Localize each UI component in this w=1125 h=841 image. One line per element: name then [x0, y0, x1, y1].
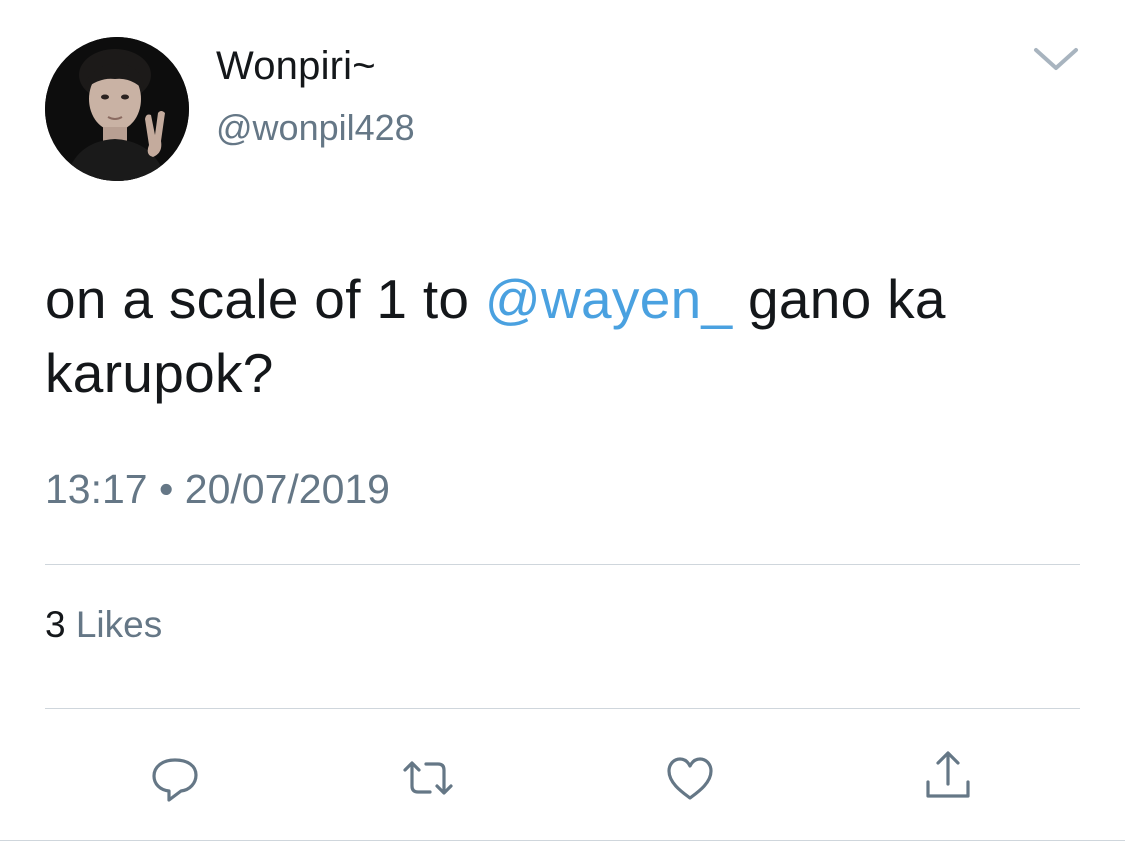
- timestamp: 13:17 • 20/07/2019: [45, 466, 390, 513]
- reply-icon: [152, 758, 198, 802]
- mention-link[interactable]: @wayen_: [485, 268, 733, 330]
- tweet-date: 20/07/2019: [184, 466, 390, 512]
- more-options-button[interactable]: [1030, 40, 1090, 80]
- tweet-time: 13:17: [45, 466, 148, 512]
- avatar[interactable]: [45, 37, 189, 181]
- timestamp-separator: •: [159, 466, 174, 512]
- tweet-text: on a scale of 1 to @wayen_ gano ka karup…: [45, 262, 1085, 410]
- share-button[interactable]: [918, 748, 978, 808]
- share-icon: [926, 751, 970, 798]
- divider: [45, 564, 1080, 565]
- profile-photo: [45, 37, 189, 181]
- user-handle[interactable]: @wonpil428: [216, 107, 415, 149]
- like-button[interactable]: [660, 748, 720, 808]
- retweet-icon: [403, 761, 453, 795]
- reply-button[interactable]: [145, 748, 205, 808]
- tweet-text-before: on a scale of 1 to: [45, 268, 485, 330]
- retweet-button[interactable]: [398, 748, 458, 808]
- action-bar: [0, 748, 1125, 808]
- likes-stat[interactable]: 3 Likes: [45, 604, 162, 646]
- likes-label: Likes: [75, 604, 163, 645]
- display-name[interactable]: Wonpiri~: [216, 44, 376, 89]
- heart-icon: [667, 757, 713, 800]
- chevron-down-icon: [1034, 48, 1078, 70]
- likes-count: 3: [45, 604, 66, 645]
- divider: [45, 708, 1080, 709]
